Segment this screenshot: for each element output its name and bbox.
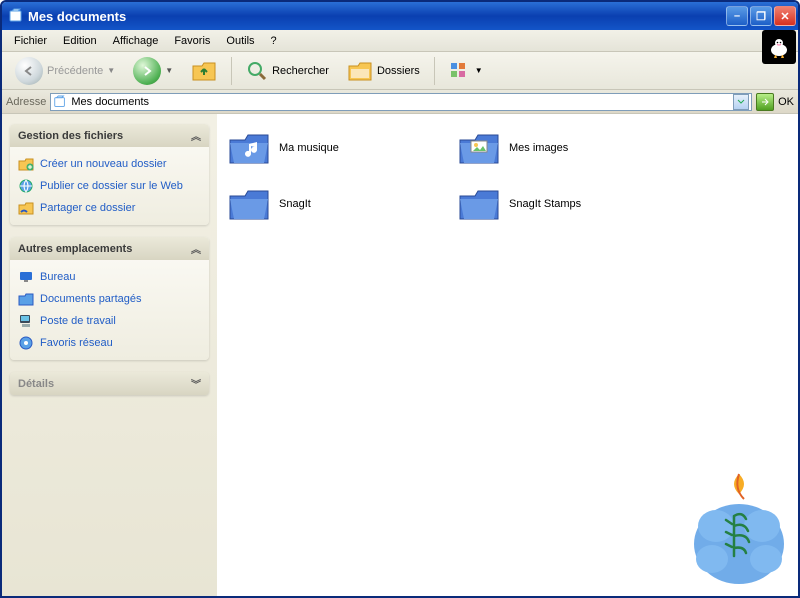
computer-icon bbox=[18, 313, 34, 329]
up-button[interactable] bbox=[184, 55, 224, 87]
folders-label: Dossiers bbox=[377, 65, 420, 77]
task-new-folder[interactable]: Créer un nouveau dossier bbox=[14, 153, 205, 175]
place-label: Documents partagés bbox=[40, 293, 142, 305]
other-places-panel: Autres emplacements ︽ Bureau Documents p… bbox=[10, 237, 209, 360]
views-button[interactable]: ▼ bbox=[442, 57, 490, 85]
content-area: Gestion des fichiers ︽ Créer un nouveau … bbox=[2, 114, 798, 596]
folder-up-icon bbox=[191, 59, 217, 83]
mydocs-small-icon bbox=[53, 95, 67, 109]
new-folder-icon bbox=[18, 156, 34, 172]
folder-icon bbox=[227, 184, 271, 224]
collapse-icon: ︽ bbox=[191, 128, 201, 143]
tasks-sidebar: Gestion des fichiers ︽ Créer un nouveau … bbox=[2, 114, 217, 596]
address-dropdown-button[interactable] bbox=[733, 94, 749, 110]
music-folder-icon bbox=[227, 128, 271, 168]
folder-label: SnagIt bbox=[279, 198, 311, 210]
task-share-folder[interactable]: Partager ce dossier bbox=[14, 197, 205, 219]
back-button[interactable]: Précédente ▼ bbox=[8, 53, 122, 89]
globe-icon bbox=[18, 178, 34, 194]
go-label: OK bbox=[778, 96, 794, 108]
folder-ma-musique[interactable]: Ma musique bbox=[227, 128, 437, 168]
forward-arrow-icon bbox=[133, 57, 161, 85]
back-dropdown-icon: ▼ bbox=[107, 66, 115, 75]
place-label: Bureau bbox=[40, 271, 75, 283]
addressbar: Adresse Mes documents OK bbox=[2, 90, 798, 114]
details-title: Détails bbox=[18, 378, 54, 390]
folders-button[interactable]: Dossiers bbox=[340, 55, 427, 87]
task-label: Publier ce dossier sur le Web bbox=[40, 180, 183, 192]
file-tasks-panel: Gestion des fichiers ︽ Créer un nouveau … bbox=[10, 124, 209, 225]
folder-snagit-stamps[interactable]: SnagIt Stamps bbox=[457, 184, 667, 224]
folder-label: SnagIt Stamps bbox=[509, 198, 581, 210]
chevron-down-icon bbox=[737, 99, 745, 105]
task-label: Partager ce dossier bbox=[40, 202, 135, 214]
folders-icon bbox=[347, 59, 373, 83]
menu-view[interactable]: Affichage bbox=[105, 33, 167, 49]
place-network[interactable]: Favoris réseau bbox=[14, 332, 205, 354]
collapse-icon: ︽ bbox=[191, 241, 201, 256]
forward-dropdown-icon: ▼ bbox=[165, 66, 173, 75]
window-controls: – ❐ ✕ bbox=[726, 6, 796, 26]
back-arrow-icon bbox=[15, 57, 43, 85]
task-publish-web[interactable]: Publier ce dossier sur le Web bbox=[14, 175, 205, 197]
place-shared-docs[interactable]: Documents partagés bbox=[14, 288, 205, 310]
place-label: Favoris réseau bbox=[40, 337, 113, 349]
menu-file[interactable]: Fichier bbox=[6, 33, 55, 49]
back-label: Précédente bbox=[47, 65, 103, 77]
folder-snagit[interactable]: SnagIt bbox=[227, 184, 437, 224]
go-arrow-icon bbox=[760, 97, 770, 107]
menubar: Fichier Edition Affichage Favoris Outils… bbox=[2, 30, 798, 52]
menu-tools[interactable]: Outils bbox=[218, 33, 262, 49]
task-label: Créer un nouveau dossier bbox=[40, 158, 167, 170]
close-button[interactable]: ✕ bbox=[774, 6, 796, 26]
place-label: Poste de travail bbox=[40, 315, 116, 327]
titlebar[interactable]: Mes documents – ❐ ✕ bbox=[2, 2, 798, 30]
expand-icon: ︾ bbox=[191, 376, 201, 391]
file-tasks-header[interactable]: Gestion des fichiers ︽ bbox=[10, 124, 209, 147]
folder-label: Mes images bbox=[509, 142, 568, 154]
views-dropdown-icon: ▼ bbox=[475, 66, 483, 75]
address-label: Adresse bbox=[6, 96, 46, 108]
search-icon bbox=[246, 60, 268, 82]
go-button[interactable] bbox=[756, 93, 774, 111]
address-value: Mes documents bbox=[71, 96, 149, 108]
address-field[interactable]: Mes documents bbox=[50, 93, 752, 111]
file-tasks-title: Gestion des fichiers bbox=[18, 130, 123, 142]
folder-mes-images[interactable]: Mes images bbox=[457, 128, 667, 168]
app-logo-icon bbox=[762, 30, 796, 64]
window-title: Mes documents bbox=[28, 9, 726, 24]
place-my-computer[interactable]: Poste de travail bbox=[14, 310, 205, 332]
folder-label: Ma musique bbox=[279, 142, 339, 154]
details-panel: Détails ︾ bbox=[10, 372, 209, 395]
watermark-icon bbox=[684, 464, 794, 594]
toolbar: Précédente ▼ ▼ Rechercher Dossiers ▼ bbox=[2, 52, 798, 90]
desktop-icon bbox=[18, 269, 34, 285]
shared-folder-icon bbox=[18, 291, 34, 307]
menu-favorites[interactable]: Favoris bbox=[166, 33, 218, 49]
menu-edit[interactable]: Edition bbox=[55, 33, 105, 49]
forward-button[interactable]: ▼ bbox=[126, 53, 180, 89]
network-icon bbox=[18, 335, 34, 351]
share-icon bbox=[18, 200, 34, 216]
file-tasks-body: Créer un nouveau dossier Publier ce doss… bbox=[10, 147, 209, 225]
minimize-button[interactable]: – bbox=[726, 6, 748, 26]
search-button[interactable]: Rechercher bbox=[239, 56, 336, 86]
toolbar-separator bbox=[231, 57, 232, 85]
folder-icon bbox=[457, 184, 501, 224]
explorer-window: Mes documents – ❐ ✕ Fichier Edition Affi… bbox=[0, 0, 800, 598]
menu-help[interactable]: ? bbox=[263, 33, 285, 49]
place-desktop[interactable]: Bureau bbox=[14, 266, 205, 288]
other-places-title: Autres emplacements bbox=[18, 243, 132, 255]
other-places-body: Bureau Documents partagés Poste de trava… bbox=[10, 260, 209, 360]
folder-view[interactable]: Ma musique Mes images SnagIt SnagIt Stam… bbox=[217, 114, 798, 596]
toolbar-separator bbox=[434, 57, 435, 85]
other-places-header[interactable]: Autres emplacements ︽ bbox=[10, 237, 209, 260]
details-header[interactable]: Détails ︾ bbox=[10, 372, 209, 395]
search-label: Rechercher bbox=[272, 65, 329, 77]
views-icon bbox=[449, 61, 471, 81]
maximize-button[interactable]: ❐ bbox=[750, 6, 772, 26]
pictures-folder-icon bbox=[457, 128, 501, 168]
mydocs-icon bbox=[8, 8, 24, 24]
